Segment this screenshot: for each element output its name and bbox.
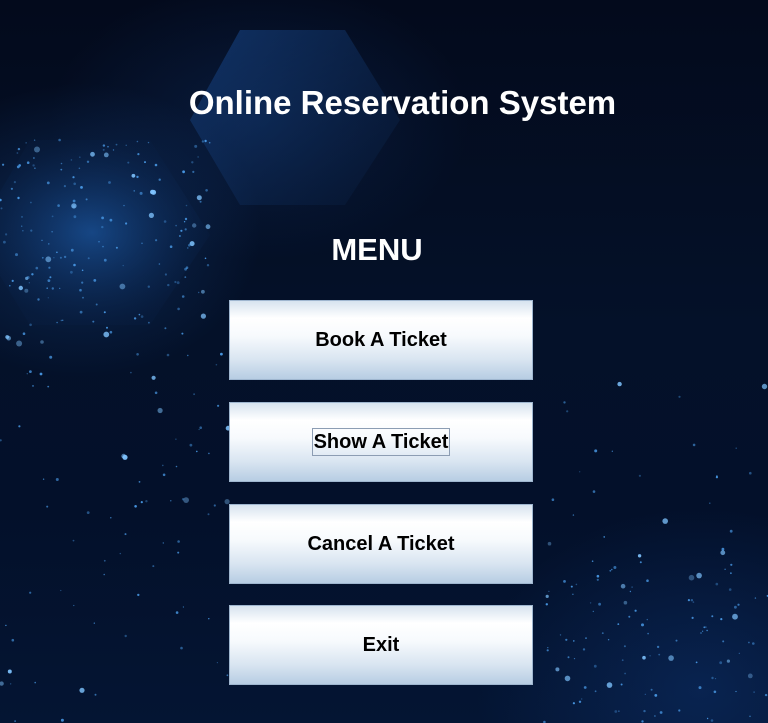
cancel-ticket-label: Cancel A Ticket	[307, 533, 455, 555]
exit-label: Exit	[362, 634, 400, 656]
cancel-ticket-button[interactable]: Cancel A Ticket	[229, 504, 533, 584]
book-ticket-label: Book A Ticket	[315, 329, 447, 351]
book-ticket-button[interactable]: Book A Ticket	[229, 300, 533, 380]
show-ticket-label: Show A Ticket	[311, 428, 451, 456]
exit-button[interactable]: Exit	[229, 605, 533, 685]
show-ticket-button[interactable]: Show A Ticket	[229, 402, 533, 482]
app-title: Online Reservation System	[188, 84, 617, 121]
menu-heading: MENU	[331, 232, 423, 267]
